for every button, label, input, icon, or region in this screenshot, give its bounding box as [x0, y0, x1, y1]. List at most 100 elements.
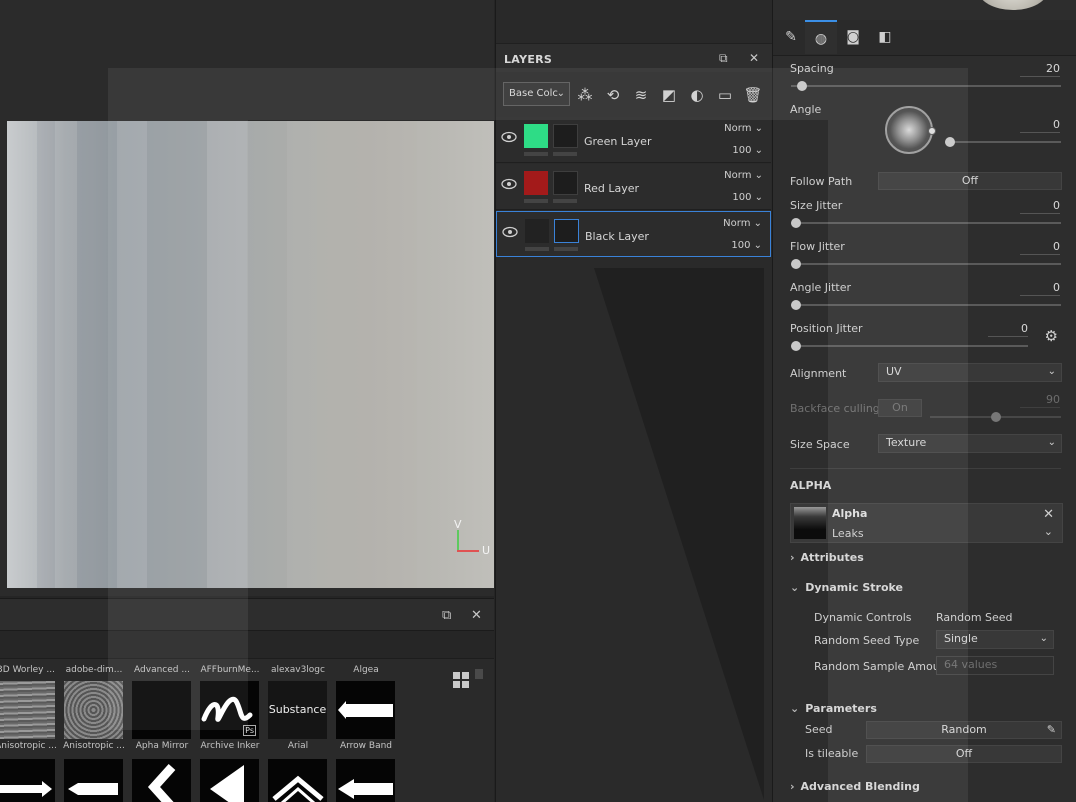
- seed-field[interactable]: Random ✎: [866, 721, 1062, 739]
- size-space-dropdown[interactable]: Texture ⌄: [878, 434, 1062, 453]
- magic-wand-icon[interactable]: ⁂: [574, 84, 596, 106]
- slider-knob[interactable]: [791, 300, 801, 310]
- advanced-blending-section[interactable]: › Advanced Blending: [790, 780, 920, 793]
- brush-tab-icon[interactable]: ✎: [775, 20, 807, 54]
- undock-icon[interactable]: ⧉: [719, 51, 728, 66]
- dynamic-stroke-section[interactable]: ⌄ Dynamic Stroke: [790, 581, 903, 594]
- blend-mode-dropdown[interactable]: Norm ⌄: [723, 218, 762, 229]
- alpha-tab-icon[interactable]: ◍: [805, 20, 837, 54]
- shelf-item-caption: Advanced ...: [134, 665, 190, 675]
- close-icon[interactable]: ✕: [471, 608, 482, 623]
- add-folder-icon[interactable]: ▭: [714, 84, 736, 106]
- slider-knob[interactable]: [945, 137, 955, 147]
- visibility-eye-icon[interactable]: [502, 226, 518, 238]
- uv-texture-canvas[interactable]: [7, 121, 494, 588]
- undock-icon[interactable]: ⧉: [442, 608, 451, 623]
- layer-name[interactable]: Black Layer: [585, 230, 649, 243]
- black-thumbnail: [132, 681, 191, 739]
- random-sample-amount-label: Random Sample Amount: [814, 660, 952, 673]
- delete-icon[interactable]: 🗑: [742, 84, 764, 106]
- attributes-section[interactable]: › Attributes: [790, 551, 864, 564]
- spacing-slider[interactable]: [791, 81, 1061, 91]
- opacity-dropdown[interactable]: 100 ⌄: [731, 240, 762, 251]
- backface-toggle[interactable]: On: [878, 399, 922, 417]
- layer-row-red[interactable]: Red Layer Norm ⌄ 100 ⌄: [496, 164, 771, 210]
- slider-knob[interactable]: [796, 81, 807, 91]
- chevron-down-icon[interactable]: ⌄: [1044, 525, 1053, 538]
- add-mask-icon[interactable]: ◐: [686, 84, 708, 106]
- size-jitter-slider[interactable]: [791, 218, 1061, 228]
- layer-row-green[interactable]: Green Layer Norm ⌄ 100 ⌄: [496, 117, 771, 163]
- layer-color-swatch[interactable]: [524, 171, 548, 195]
- backface-label: Backface culling: [790, 402, 880, 415]
- position-jitter-value[interactable]: 0: [988, 322, 1028, 337]
- gradient-tab-icon[interactable]: ◧: [869, 20, 901, 54]
- alignment-dropdown[interactable]: UV ⌄: [878, 363, 1062, 382]
- slider-knob[interactable]: [990, 412, 1001, 422]
- slider-knob[interactable]: [791, 218, 801, 228]
- triangle-thumbnail: [200, 759, 259, 802]
- close-icon[interactable]: ✕: [1043, 507, 1054, 522]
- shelf-scrollbar[interactable]: [475, 669, 483, 679]
- shelf-panel: ⧉ ✕ 3D Worley ... adobe-dim... Advanced …: [0, 598, 494, 802]
- alpha-thumbnail[interactable]: [794, 507, 826, 539]
- angle-value[interactable]: 0: [1020, 118, 1060, 133]
- layer-mask-thumbnail[interactable]: [553, 171, 578, 195]
- swirl-thumbnail: [64, 681, 123, 739]
- shelf-filter-bar: [0, 631, 494, 659]
- gear-icon[interactable]: ⚙: [1045, 327, 1058, 345]
- close-icon[interactable]: ✕: [749, 51, 759, 65]
- spacing-value[interactable]: 20: [1020, 62, 1060, 77]
- add-layer-icon[interactable]: ≋: [630, 84, 652, 106]
- position-jitter-slider[interactable]: [791, 341, 1028, 351]
- grid-view-icon[interactable]: [452, 671, 470, 689]
- size-jitter-value[interactable]: 0: [1020, 199, 1060, 214]
- stencil-tab-icon[interactable]: ◙: [837, 20, 869, 54]
- flow-jitter-slider[interactable]: [791, 259, 1061, 269]
- random-seed-type-dropdown[interactable]: Single ⌄: [936, 630, 1054, 649]
- layer-row-black[interactable]: Black Layer Norm ⌄ 100 ⌄: [496, 211, 771, 257]
- blend-mode-dropdown[interactable]: Norm ⌄: [724, 170, 763, 181]
- angle-jitter-value[interactable]: 0: [1020, 281, 1060, 296]
- layer-color-swatch[interactable]: [524, 124, 548, 148]
- angle-dial[interactable]: [885, 106, 936, 154]
- angle-jitter-slider[interactable]: [791, 300, 1061, 310]
- parameters-section[interactable]: ⌄ Parameters: [790, 702, 877, 715]
- is-tileable-toggle[interactable]: Off: [866, 745, 1062, 763]
- alpha-resource-card[interactable]: Alpha Leaks ✕ ⌄: [790, 503, 1063, 543]
- dial-handle[interactable]: [928, 127, 936, 135]
- backface-slider[interactable]: [930, 412, 1061, 422]
- layer-mask-bar: [553, 199, 577, 203]
- fill-layer-icon[interactable]: ◩: [658, 84, 680, 106]
- slider-knob[interactable]: [791, 341, 801, 351]
- angle-slider[interactable]: [945, 137, 1061, 147]
- shelf-asset-grid: 3D Worley ... adobe-dim... Advanced ... …: [0, 661, 450, 802]
- visibility-eye-icon[interactable]: [501, 178, 517, 190]
- chevron-down-icon: ⌄: [1047, 437, 1056, 448]
- backface-value[interactable]: 90: [1020, 393, 1060, 408]
- position-jitter-label: Position Jitter: [790, 322, 863, 335]
- pencil-icon[interactable]: ✎: [1047, 722, 1056, 738]
- size-space-value: Texture: [886, 436, 927, 449]
- slider-knob[interactable]: [791, 259, 801, 269]
- layer-mask-thumbnail[interactable]: [554, 219, 579, 243]
- layer-mask-thumbnail[interactable]: [553, 124, 578, 148]
- visibility-eye-icon[interactable]: [501, 131, 517, 143]
- flow-jitter-value[interactable]: 0: [1020, 240, 1060, 255]
- layer-name[interactable]: Red Layer: [584, 182, 639, 195]
- opacity-dropdown[interactable]: 100 ⌄: [732, 192, 763, 203]
- add-effect-icon[interactable]: ⟲: [602, 84, 624, 106]
- follow-path-toggle[interactable]: Off: [878, 172, 1062, 190]
- random-sample-amount-input[interactable]: 64 values: [936, 656, 1054, 675]
- 2d-viewport[interactable]: V U: [0, 0, 494, 596]
- dynamic-controls-value[interactable]: Random Seed: [936, 611, 1013, 624]
- alpha-name: Leaks: [832, 527, 864, 540]
- shelf-item-caption: Archive Inker: [200, 741, 260, 751]
- layer-name[interactable]: Green Layer: [584, 135, 651, 148]
- layer-color-swatch[interactable]: [525, 219, 549, 243]
- opacity-dropdown[interactable]: 100 ⌄: [732, 145, 763, 156]
- shelf-item-caption: Apha Mirror: [135, 741, 189, 751]
- blend-mode-dropdown[interactable]: Norm ⌄: [724, 123, 763, 134]
- shelf-item-caption: adobe-dim...: [65, 665, 123, 675]
- channel-dropdown[interactable]: Base Colc ⌄: [503, 82, 570, 106]
